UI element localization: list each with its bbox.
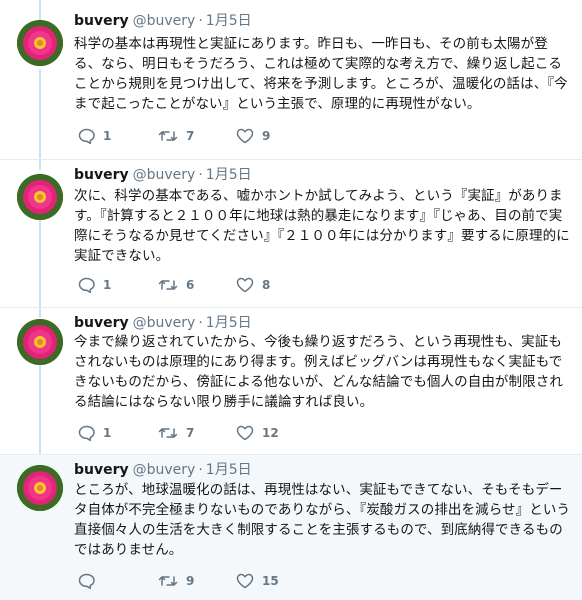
user-handle[interactable]: @buvery — [133, 13, 196, 29]
reply-count: 1 — [103, 278, 112, 292]
reply-count: 1 — [103, 129, 112, 143]
like-button[interactable]: 15 — [236, 571, 279, 591]
tweet-actions: 9 15 — [74, 571, 494, 591]
reply-count: 1 — [103, 426, 112, 440]
tweet-date[interactable]: 1月5日 — [206, 13, 252, 29]
avatar-image — [17, 174, 63, 220]
display-name[interactable]: buvery — [74, 13, 129, 29]
like-count: 8 — [262, 278, 271, 292]
tweet-text: ところが、地球温暖化の話は、再現性はない、実証もできてない、そもそもデータ自体が… — [74, 482, 571, 558]
reply-icon — [78, 277, 95, 293]
retweet-count: 7 — [186, 129, 195, 143]
retweet-icon — [158, 131, 178, 141]
separator: · — [198, 462, 203, 478]
like-button[interactable]: 12 — [236, 423, 279, 443]
avatar[interactable] — [17, 465, 63, 511]
retweet-button[interactable]: 6 — [158, 275, 194, 295]
reply-button[interactable]: 1 — [78, 275, 111, 295]
separator: · — [198, 167, 203, 183]
tweet[interactable]: buvery @buvery · 1月5日 今まで繰り返されていたから、今後も繰り返す… — [0, 308, 582, 455]
heart-icon — [236, 277, 254, 293]
reply-button[interactable] — [78, 571, 103, 591]
retweet-button[interactable]: 7 — [158, 126, 194, 146]
retweet-icon — [158, 576, 178, 586]
tweet-date[interactable]: 1月5日 — [206, 167, 252, 183]
heart-icon — [236, 425, 254, 441]
separator: · — [198, 13, 203, 29]
heart-icon — [236, 128, 254, 144]
user-handle[interactable]: @buvery — [133, 167, 196, 183]
display-name[interactable]: buvery — [74, 462, 129, 478]
separator: · — [198, 315, 203, 331]
avatar-image — [17, 319, 63, 365]
tweet[interactable]: buvery @buvery · 1月5日 ところが、地球温暖化の話は、再現性はない、… — [0, 455, 582, 600]
reply-button[interactable]: 1 — [78, 423, 111, 443]
avatar-image — [17, 465, 63, 511]
tweet[interactable]: buvery @buvery · 1月5日 次に、科学の基本である、嘘かホントか試して… — [0, 160, 582, 308]
tweet-actions: 1 7 12 — [74, 423, 494, 443]
reply-icon — [78, 573, 95, 589]
tweet-text: 次に、科学の基本である、嘘かホントか試してみよう、という『実証』があります。『計… — [74, 188, 570, 264]
retweet-count: 6 — [186, 278, 195, 292]
display-name[interactable]: buvery — [74, 315, 129, 331]
reply-icon — [78, 128, 95, 144]
reply-button[interactable]: 1 — [78, 126, 111, 146]
display-name[interactable]: buvery — [74, 167, 129, 183]
like-count: 15 — [262, 574, 279, 588]
tweet-text: 今まで繰り返されていたから、今後も繰り返すだろう、という再現性も、実証もされない… — [74, 334, 563, 410]
like-button[interactable]: 9 — [236, 126, 270, 146]
tweet-text: 科学の基本は再現性と実証にあります。昨日も、一昨日も、その前も太陽が登る、なら、… — [74, 36, 568, 112]
retweet-count: 9 — [186, 574, 195, 588]
avatar[interactable] — [17, 174, 63, 220]
retweet-button[interactable]: 9 — [158, 571, 194, 591]
user-handle[interactable]: @buvery — [133, 462, 196, 478]
retweet-count: 7 — [186, 426, 195, 440]
tweet[interactable]: buvery @buvery · 1月5日 科学の基本は再現性と実証にあります。昨日も… — [0, 0, 582, 160]
avatar-image — [17, 20, 63, 66]
retweet-icon — [158, 280, 178, 290]
avatar[interactable] — [17, 319, 63, 365]
retweet-button[interactable]: 7 — [158, 423, 194, 443]
like-count: 9 — [262, 129, 271, 143]
retweet-icon — [158, 428, 178, 438]
like-button[interactable]: 8 — [236, 275, 270, 295]
tweet-actions: 1 6 8 — [74, 275, 494, 295]
heart-icon — [236, 573, 254, 589]
reply-icon — [78, 425, 95, 441]
user-handle[interactable]: @buvery — [133, 315, 196, 331]
avatar[interactable] — [17, 20, 63, 66]
like-count: 12 — [262, 426, 279, 440]
tweet-date[interactable]: 1月5日 — [206, 462, 252, 478]
tweet-date[interactable]: 1月5日 — [206, 315, 252, 331]
tweet-actions: 1 7 9 — [74, 126, 494, 146]
